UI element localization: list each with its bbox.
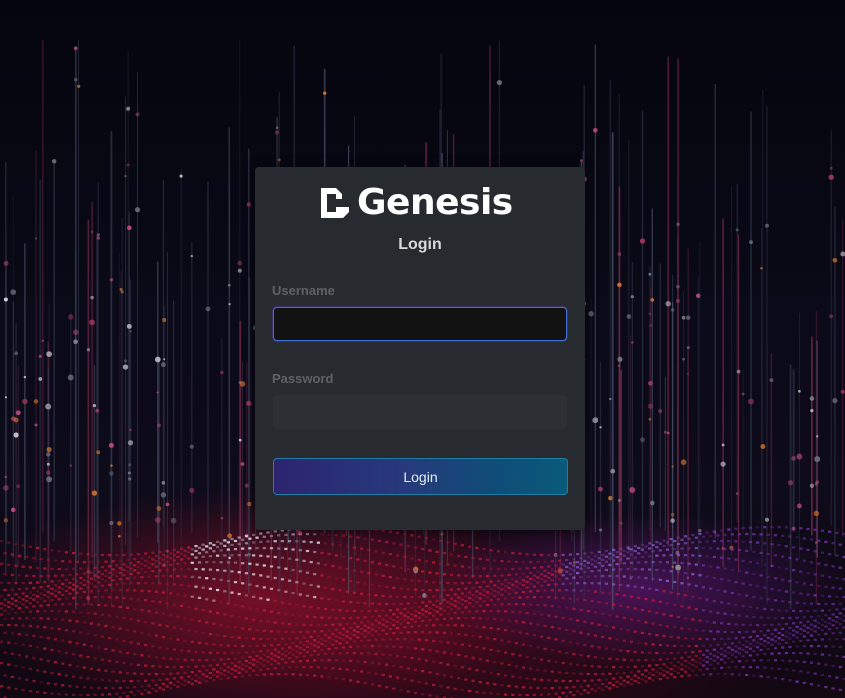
brand-name: Genesis (357, 182, 513, 223)
form-title: Login (398, 236, 442, 253)
password-label: Password (272, 371, 334, 386)
login-button[interactable]: Login (273, 458, 568, 495)
genesis-logo-icon (321, 188, 349, 218)
username-label: Username (272, 283, 335, 298)
password-input[interactable] (273, 395, 567, 429)
login-panel: Genesis Login Username Password Login (255, 167, 585, 530)
username-input[interactable] (273, 307, 567, 341)
brand-logo: Genesis (319, 185, 513, 221)
login-page: Genesis Login Username Password Login (0, 0, 845, 698)
